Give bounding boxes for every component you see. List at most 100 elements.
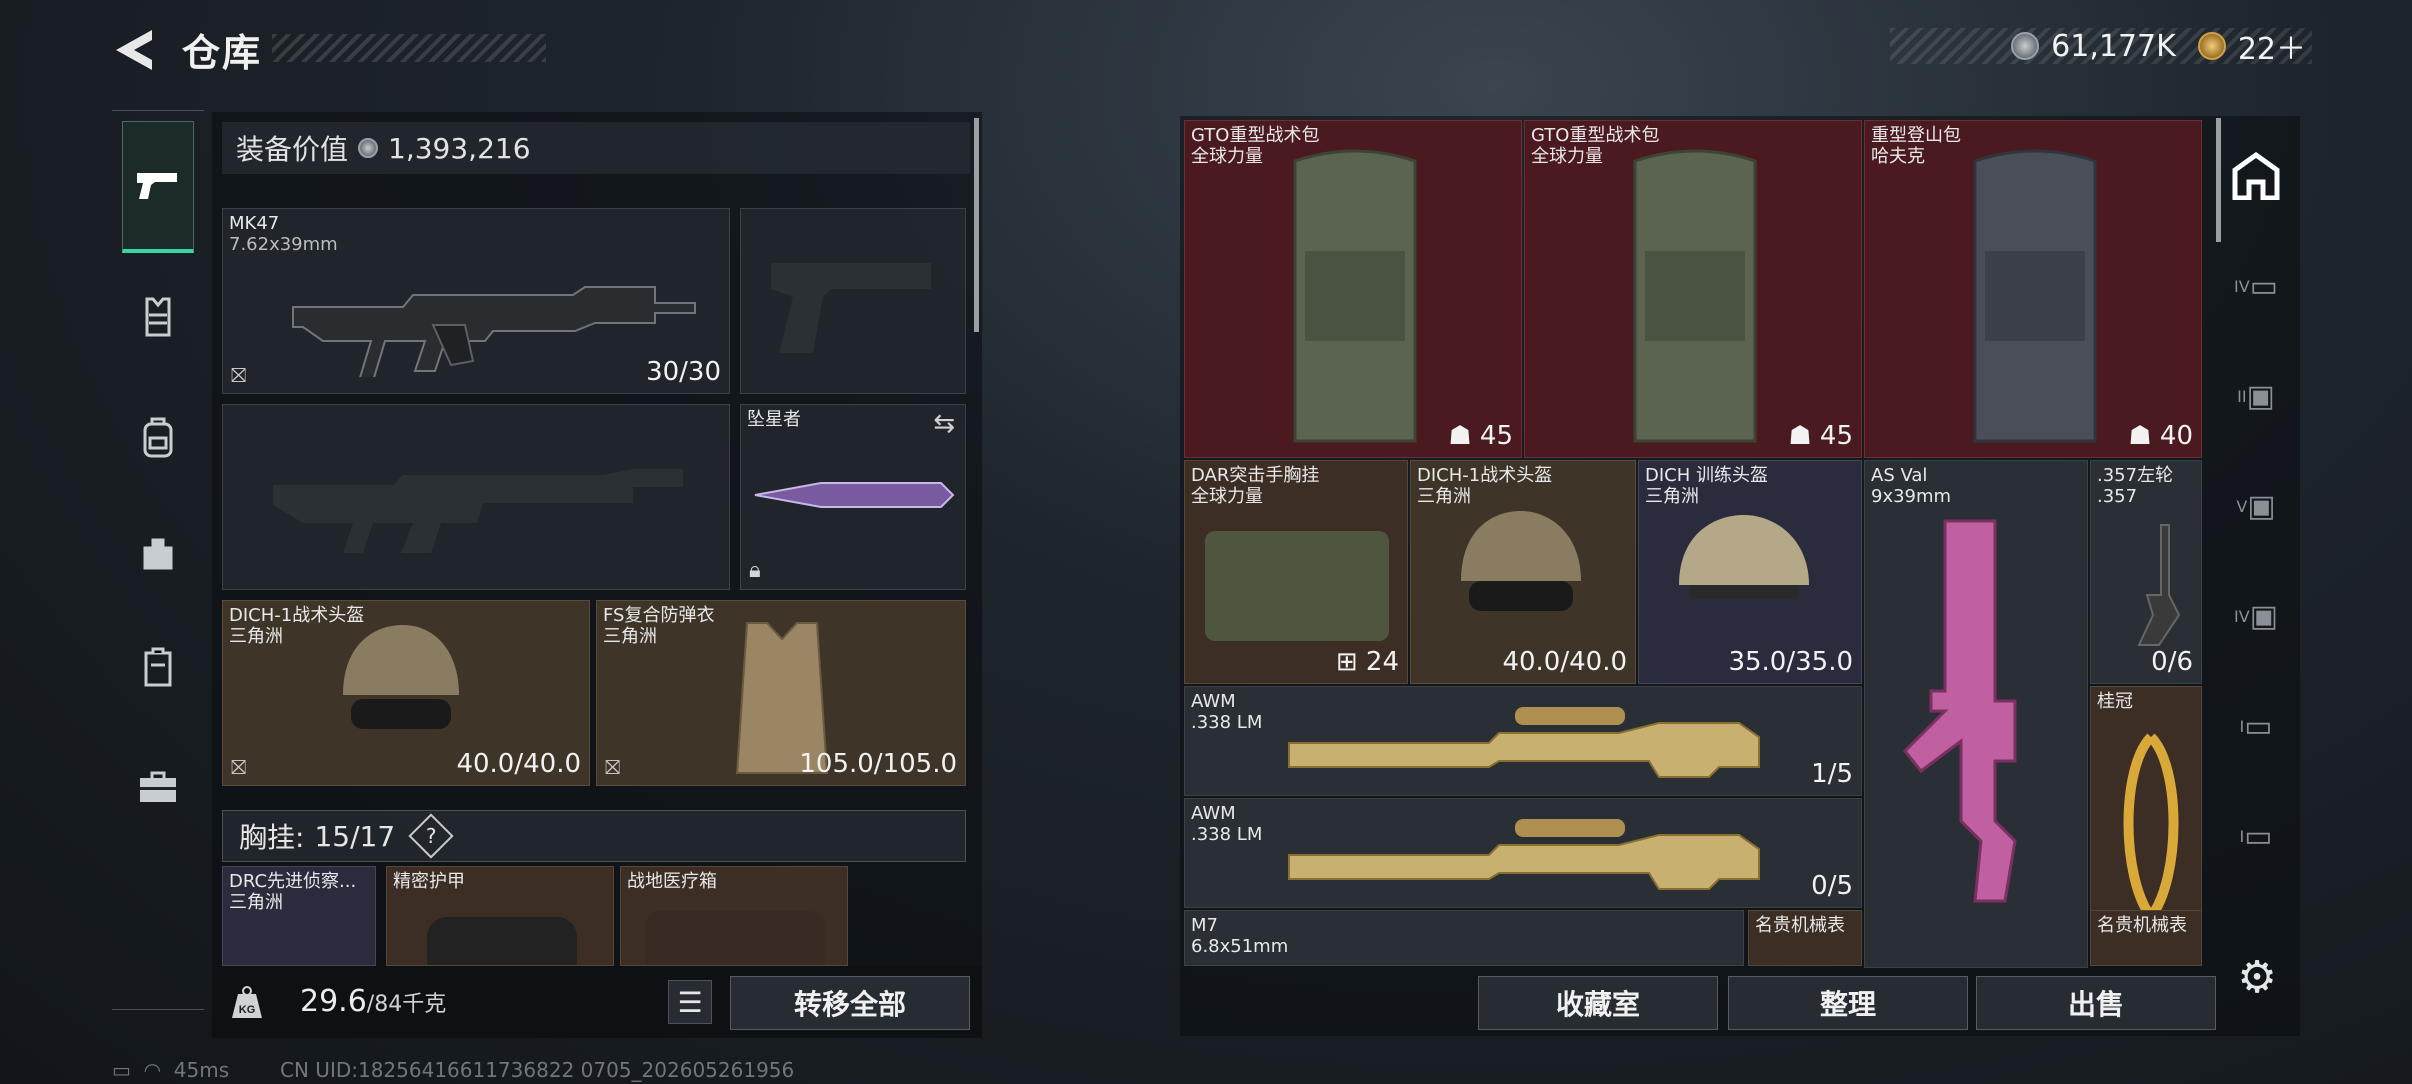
no-insure-icon: ⛝ xyxy=(231,755,247,779)
item-sub: .357 xyxy=(2097,486,2138,507)
sort-button[interactable]: 整理 xyxy=(1728,976,1968,1030)
item-name: DICH 训练头盔 xyxy=(1645,465,1768,486)
item-name: M7 xyxy=(1191,915,1218,936)
item-name: 名贵机械表 xyxy=(2097,915,2187,936)
durability: 105.0/105.0 xyxy=(799,749,957,779)
no-insure-icon: ⛝ xyxy=(605,755,621,779)
pistol-icon xyxy=(137,172,177,199)
help-icon[interactable]: ? xyxy=(408,813,454,859)
scrollbar[interactable] xyxy=(974,118,979,332)
capacity-icon: ☗ xyxy=(1448,421,1472,451)
item-faction: 三角洲 xyxy=(229,626,283,647)
pistol-slot[interactable] xyxy=(740,208,966,394)
storage-item[interactable]: M7 6.8x51mm xyxy=(1184,910,1744,966)
storage-item[interactable]: .357左轮 .357 0/6 xyxy=(2090,460,2202,684)
transfer-all-button[interactable]: 转移全部 xyxy=(730,976,970,1030)
primary-weapon-slot[interactable]: MK47 7.62x39mm ⛝ 30/30 xyxy=(222,208,730,394)
box-icon: IV xyxy=(2233,276,2250,296)
no-insure-icon: ⛝ xyxy=(231,363,247,387)
storage-item[interactable]: AWM .338 LM 0/5 xyxy=(1184,798,1862,908)
storage-item[interactable]: 名贵机械表 xyxy=(1748,910,1862,966)
gold-currency[interactable]: 22＋ xyxy=(2238,24,2306,68)
durability: 40.0/40.0 xyxy=(456,749,581,779)
sell-button[interactable]: 出售 xyxy=(1976,976,2216,1030)
wifi-icon: ◠ xyxy=(143,1058,162,1082)
user-uid: CN UID:18256416611736822 0705_2026052619… xyxy=(280,1058,795,1082)
storage-home-tab[interactable] xyxy=(2226,146,2286,206)
durability: 35.0/35.0 xyxy=(1728,647,1853,677)
tab-bag[interactable] xyxy=(122,486,194,618)
melee-slot[interactable]: 坠星者 ⇆ 🔒︎ xyxy=(740,404,966,590)
item-name: AS Val xyxy=(1871,465,1928,486)
backpack-image xyxy=(1633,149,1757,443)
storage-item[interactable]: AWM .338 LM 1/5 xyxy=(1184,686,1862,796)
storage-item[interactable]: 名贵机械表 xyxy=(2090,910,2202,966)
tab-weapons[interactable] xyxy=(122,121,194,253)
armor-slot[interactable]: FS复合防弹衣 三角洲 ⛝ 105.0/105.0 xyxy=(596,600,966,786)
storage-tab-i-2[interactable]: I ▭ xyxy=(2226,806,2286,866)
container-icon xyxy=(144,647,172,687)
tab-container[interactable] xyxy=(122,601,194,733)
collection-button[interactable]: 收藏室 xyxy=(1478,976,1718,1030)
battery-icon: ▭ xyxy=(112,1058,131,1082)
toolbox-icon xyxy=(140,771,176,802)
scrollbar[interactable] xyxy=(2216,118,2221,242)
item-image xyxy=(645,911,825,965)
storage-item[interactable]: DICH-1战术头盔 三角洲 40.0/40.0 xyxy=(1410,460,1636,684)
list-icon[interactable]: ☰ xyxy=(668,980,712,1024)
storage-tab-ii[interactable]: II ▣ xyxy=(2226,366,2286,426)
storage-item[interactable]: DAR突击手胸挂 全球力量 ⊞ 24 xyxy=(1184,460,1408,684)
weight-max: /84千克 xyxy=(366,992,447,1017)
item-count: 45 xyxy=(1479,421,1513,451)
item-sub: 全球力量 xyxy=(1191,146,1263,167)
storage-item[interactable]: DICH 训练头盔 三角洲 35.0/35.0 xyxy=(1638,460,1862,684)
ping: 45ms xyxy=(173,1058,230,1082)
capacity-icon: ☗ xyxy=(2128,421,2152,451)
tab-case[interactable] xyxy=(122,721,194,853)
item-name: MK47 xyxy=(229,213,280,234)
storage-tab-iv[interactable]: IV ▭ xyxy=(2226,256,2286,316)
ammo-count: 0/5 xyxy=(1811,871,1853,901)
item-name: 名贵机械表 xyxy=(1755,915,1845,936)
storage-tab-iv-2[interactable]: IV ▣ xyxy=(2226,586,2286,646)
gear-icon[interactable]: ⚙ xyxy=(2232,952,2282,1003)
box-icon: I xyxy=(2239,716,2245,736)
helmet-slot[interactable]: DICH-1战术头盔 三角洲 ⛝ 40.0/40.0 xyxy=(222,600,590,786)
secondary-weapon-slot[interactable] xyxy=(222,404,730,590)
swap-icon[interactable]: ⇆ xyxy=(933,409,955,439)
chest-item[interactable]: DRC先进侦察... 三角洲 xyxy=(222,866,376,966)
bag-icon xyxy=(143,538,173,570)
status-bar: ▭ ◠ 45ms CN UID:18256416611736822 0705_2… xyxy=(112,1058,794,1082)
storage-item[interactable]: GTO重型战术包 全球力量 ☗ 45 xyxy=(1184,120,1522,458)
item-name: DICH-1战术头盔 xyxy=(1417,465,1553,486)
storage-item[interactable]: 重型登山包 哈夫克 ☗ 40 xyxy=(1864,120,2202,458)
chest-item[interactable]: 精密护甲 xyxy=(386,866,614,966)
storage-item[interactable]: GTO重型战术包 全球力量 ☗ 45 xyxy=(1524,120,1862,458)
backpack-image xyxy=(1973,149,2097,443)
storage-tab-v[interactable]: V ▣ xyxy=(2226,476,2286,536)
item-sub: .338 LM xyxy=(1191,824,1263,845)
box-icon: V xyxy=(2236,496,2248,516)
tab-backpack[interactable] xyxy=(122,371,194,503)
helmet-image xyxy=(1679,515,1809,599)
item-sub: 哈夫克 xyxy=(1871,146,1925,167)
item-sub: 9x39mm xyxy=(1871,486,1952,507)
item-count: 24 xyxy=(1365,647,1399,677)
chest-rig-capacity: 15/17 xyxy=(314,819,396,853)
rifle-silhouette-icon xyxy=(273,469,683,553)
ammo-count: 0/6 xyxy=(2151,647,2193,677)
storage-item[interactable]: AS Val 9x39mm xyxy=(1864,460,2088,968)
back-icon[interactable] xyxy=(112,26,156,74)
lock-icon: 🔒︎ xyxy=(749,558,761,583)
currency-bar: 61,177K 22＋ xyxy=(1890,28,2312,67)
equipment-value-amount: 1,393,216 xyxy=(388,131,531,165)
item-name: 坠星者 xyxy=(747,409,801,430)
chest-item[interactable]: 战地医疗箱 xyxy=(620,866,848,966)
box-icon: IV xyxy=(2233,606,2250,626)
weight-readout: 29.6/84千克 xyxy=(300,984,446,1019)
tab-armor[interactable] xyxy=(122,251,194,383)
item-name: 桂冠 xyxy=(2097,691,2133,712)
storage-tabs: IV ▭ II ▣ V ▣ IV ▣ I ▭ I ▭ xyxy=(2212,116,2300,964)
item-name: AWM xyxy=(1191,691,1236,712)
storage-tab-i[interactable]: I ▭ xyxy=(2226,696,2286,756)
